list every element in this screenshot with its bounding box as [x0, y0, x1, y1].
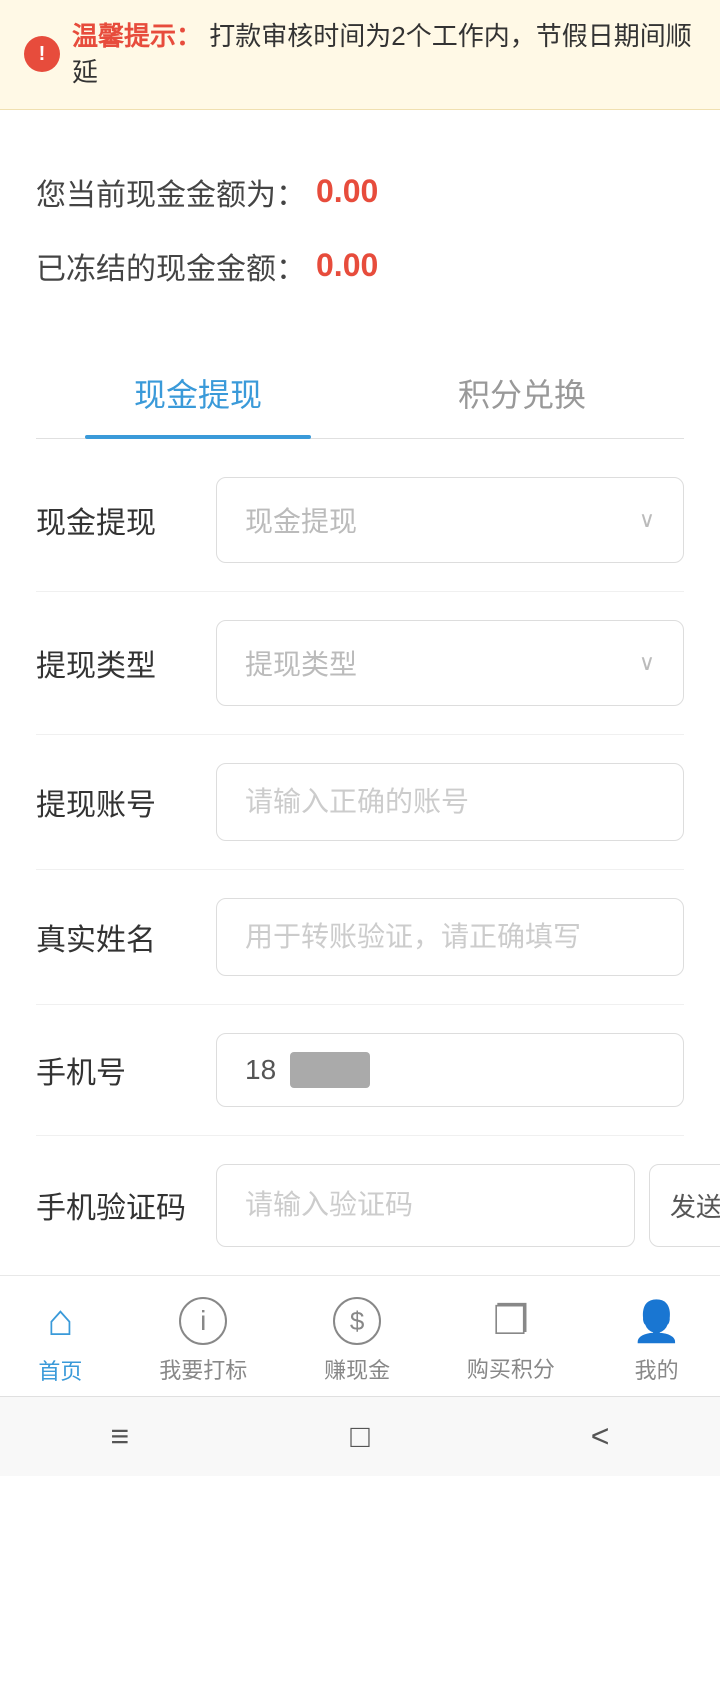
nav-label-mark: 我要打标: [159, 1353, 247, 1385]
form-row-phone: 手机号 18: [36, 1005, 684, 1136]
tab-points-exchange[interactable]: 积分兑换: [360, 348, 684, 438]
current-balance-value: 0.00: [316, 173, 378, 210]
balance-section: 您当前现金金额为： 0.00 已冻结的现金金额： 0.00: [36, 150, 684, 328]
withdrawal-method-select[interactable]: 现金提现 ∨: [216, 477, 684, 563]
form-row-withdrawal-method: 现金提现 现金提现 ∨: [36, 449, 684, 592]
form-row-account: 提现账号: [36, 735, 684, 870]
phone-blurred-digits: [290, 1052, 370, 1088]
form-row-withdrawal-type: 提现类型 提现类型 ∨: [36, 592, 684, 735]
bottom-nav: ⌂ 首页 i 我要打标 $ 赚现金 ❐ 购买积分 👤 我的: [0, 1275, 720, 1396]
system-nav: ≡ □ <: [0, 1396, 720, 1476]
withdrawal-type-label: 提现类型: [36, 641, 196, 685]
withdrawal-method-input-wrap: 现金提现 ∨: [216, 477, 684, 563]
nav-item-earn[interactable]: $ 赚现金: [324, 1297, 390, 1385]
notice-text: 温馨提示： 打款审核时间为2个工作内，节假日期间顺延: [72, 18, 696, 91]
tab-cash-withdrawal[interactable]: 现金提现: [36, 348, 360, 438]
frozen-balance-label: 已冻结的现金金额：: [36, 244, 306, 288]
nav-item-mark[interactable]: i 我要打标: [159, 1297, 247, 1385]
withdrawal-method-label: 现金提现: [36, 498, 196, 542]
home-icon: ⌂: [47, 1296, 74, 1346]
system-home-button[interactable]: □: [350, 1418, 369, 1455]
mark-icon: i: [179, 1297, 227, 1345]
withdrawal-type-placeholder: 提现类型: [245, 643, 357, 683]
real-name-input[interactable]: [216, 898, 684, 976]
chevron-down-icon: ∨: [639, 507, 655, 533]
tabs-container: 现金提现 积分兑换: [36, 348, 684, 439]
nav-label-home: 首页: [38, 1354, 82, 1386]
current-balance-label: 您当前现金金额为：: [36, 170, 306, 214]
phone-label: 手机号: [36, 1048, 196, 1092]
real-name-label: 真实姓名: [36, 915, 196, 959]
system-menu-button[interactable]: ≡: [111, 1418, 130, 1455]
user-icon: 👤: [632, 1298, 682, 1345]
account-label: 提现账号: [36, 780, 196, 824]
phone-field-container[interactable]: 18: [216, 1033, 684, 1107]
sms-code-input[interactable]: [216, 1164, 635, 1247]
account-input[interactable]: [216, 763, 684, 841]
notice-banner: ! 温馨提示： 打款审核时间为2个工作内，节假日期间顺延: [0, 0, 720, 110]
frozen-balance-row: 已冻结的现金金额： 0.00: [36, 244, 684, 288]
form-row-real-name: 真实姓名: [36, 870, 684, 1005]
system-back-button[interactable]: <: [591, 1418, 610, 1455]
nav-label-mine: 我的: [635, 1353, 679, 1385]
real-name-input-wrap: [216, 898, 684, 976]
form-row-sms: 手机验证码 发送验证码: [36, 1136, 684, 1276]
notice-label: 温馨提示：: [72, 21, 202, 51]
sms-row: 发送验证码: [216, 1164, 720, 1247]
sms-label: 手机验证码: [36, 1183, 196, 1227]
warning-icon: !: [24, 36, 60, 72]
earn-icon: $: [333, 1297, 381, 1345]
form-section: 现金提现 现金提现 ∨ 提现类型 提现类型 ∨ 提现账号: [36, 439, 684, 1286]
nav-item-mine[interactable]: 👤 我的: [632, 1298, 682, 1385]
send-sms-button[interactable]: 发送验证码: [649, 1164, 720, 1247]
nav-item-points[interactable]: ❐ 购买积分: [467, 1298, 555, 1384]
phone-prefix: 18: [245, 1054, 276, 1086]
frozen-balance-value: 0.00: [316, 247, 378, 284]
nav-label-points: 购买积分: [467, 1352, 555, 1384]
nav-label-earn: 赚现金: [324, 1353, 390, 1385]
withdrawal-type-select[interactable]: 提现类型 ∨: [216, 620, 684, 706]
points-icon: ❐: [493, 1298, 529, 1344]
sms-input-wrap: 发送验证码: [216, 1164, 720, 1247]
chevron-down-icon-2: ∨: [639, 650, 655, 676]
withdrawal-method-placeholder: 现金提现: [245, 500, 357, 540]
account-input-wrap: [216, 763, 684, 841]
withdrawal-type-input-wrap: 提现类型 ∨: [216, 620, 684, 706]
nav-item-home[interactable]: ⌂ 首页: [38, 1296, 82, 1386]
phone-input-wrap: 18: [216, 1033, 684, 1107]
current-balance-row: 您当前现金金额为： 0.00: [36, 170, 684, 214]
